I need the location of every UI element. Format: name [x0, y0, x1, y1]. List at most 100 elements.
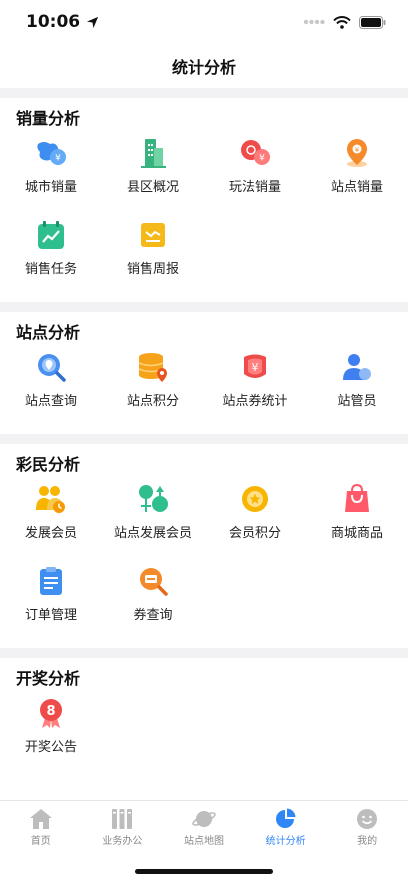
office-icon: [112, 808, 133, 829]
grid-item-coupon-query[interactable]: 券查询: [102, 558, 204, 640]
section-gap: [0, 88, 408, 98]
grid-item-member-points[interactable]: 会员积分: [204, 476, 306, 558]
game-sales-icon: ¥: [238, 136, 272, 170]
nav-bar: 统计分析: [0, 44, 408, 88]
tab-label: 统计分析: [265, 835, 306, 847]
grid-item-label: 商城商品: [330, 526, 383, 541]
city-sales-icon: ¥: [34, 136, 68, 170]
grid-item-county-overview[interactable]: 县区概况: [102, 130, 204, 212]
sales-weekly-icon: [136, 218, 170, 252]
page-title: 统计分析: [171, 58, 236, 77]
develop-member-icon: [34, 482, 68, 516]
grid-item-label: 发展会员: [24, 526, 77, 541]
grid-item-label: 站点销量: [330, 180, 383, 195]
section-gap: [0, 434, 408, 444]
grid-item-label: 站点券统计: [222, 394, 288, 409]
grid-lottery: 8 开奖公告: [0, 690, 408, 772]
status-indicators: [303, 15, 386, 29]
grid-item-label: 站点发展会员: [113, 526, 192, 541]
grid-item-lottery-notice[interactable]: 8 开奖公告: [0, 690, 102, 772]
tab-home[interactable]: 首页: [0, 801, 82, 853]
grid-item-label: 县区概况: [126, 180, 179, 195]
tab-statistics[interactable]: 统计分析: [245, 801, 327, 853]
grid-item-order-manage[interactable]: 订单管理: [0, 558, 102, 640]
svg-text:¥: ¥: [259, 154, 265, 164]
tabs: 首页 业务办公 站点地图 统计分析 我的: [0, 801, 408, 853]
tab-map[interactable]: 站点地图: [163, 801, 245, 853]
tab-label: 我的: [357, 835, 378, 847]
section-title: 开奖分析: [16, 669, 81, 688]
grid-player: 发展会员 站点发展会员 会员积分 商城商品 订单管理 券查询: [0, 476, 408, 640]
section-player: 彩民分析 发展会员 站点发展会员 会员积分 商城商品 订单管理 券查询: [0, 444, 408, 648]
grid-item-sales-weekly[interactable]: 销售周报: [102, 212, 204, 294]
lottery-notice-icon: 8: [34, 696, 68, 730]
station-query-icon: [34, 350, 68, 384]
section-title: 彩民分析: [16, 455, 81, 474]
location-arrow-icon: [87, 16, 99, 28]
home-indicator: [135, 869, 273, 874]
section-gap: [0, 648, 408, 658]
grid-item-label: 站点查询: [24, 394, 77, 409]
order-manage-icon: [34, 564, 68, 598]
grid-item-label: 会员积分: [228, 526, 281, 541]
grid-item-label: 城市销量: [24, 180, 77, 195]
coupon-query-icon: [136, 564, 170, 598]
grid-item-label: 站管员: [337, 394, 377, 409]
home-icon: [29, 808, 52, 829]
tab-label: 首页: [30, 835, 51, 847]
grid-item-label: 玩法销量: [228, 180, 281, 195]
station-manager-icon: [340, 350, 374, 384]
section-sales: 销量分析 ¥ 城市销量 县区概况 ¥ 玩法销量 ¥ 站点销量 销售任务 销售周报: [0, 98, 408, 302]
station-member-icon: [136, 482, 170, 516]
grid-item-mall-goods[interactable]: 商城商品: [306, 476, 408, 558]
section-lottery: 开奖分析 8 开奖公告: [0, 658, 408, 780]
station-sales-icon: ¥: [340, 136, 374, 170]
grid-sales: ¥ 城市销量 县区概况 ¥ 玩法销量 ¥ 站点销量 销售任务 销售周报: [0, 130, 408, 294]
grid-item-label: 开奖公告: [24, 740, 77, 755]
signal-dots-icon: [303, 19, 325, 25]
grid-item-station-query[interactable]: 站点查询: [0, 344, 102, 426]
content: 销量分析 ¥ 城市销量 县区概况 ¥ 玩法销量 ¥ 站点销量 销售任务 销售周报…: [0, 88, 408, 780]
grid-item-label: 券查询: [133, 608, 173, 623]
grid-item-label: 销售任务: [24, 262, 77, 277]
tab-office[interactable]: 业务办公: [82, 801, 164, 853]
section-title: 站点分析: [16, 323, 81, 342]
grid-station: 站点查询 站点积分 ¥ 站点券统计 站管员: [0, 344, 408, 426]
grid-item-label: 销售周报: [126, 262, 179, 277]
grid-item-sales-task[interactable]: 销售任务: [0, 212, 102, 294]
svg-text:¥: ¥: [252, 361, 259, 374]
sales-task-icon: [34, 218, 68, 252]
grid-item-station-member[interactable]: 站点发展会员: [102, 476, 204, 558]
tab-profile[interactable]: 我的: [326, 801, 408, 853]
tab-label: 站点地图: [183, 835, 224, 847]
battery-icon: [359, 15, 386, 29]
grid-item-station-coupon[interactable]: ¥ 站点券统计: [204, 344, 306, 426]
wifi-icon: [333, 15, 351, 29]
pie-chart-icon: [275, 808, 296, 828]
county-overview-icon: [136, 136, 170, 170]
profile-icon: [357, 808, 378, 829]
section-station: 站点分析 站点查询 站点积分 ¥ 站点券统计 站管员: [0, 312, 408, 434]
grid-item-label: 订单管理: [24, 608, 77, 623]
grid-item-station-manager[interactable]: 站管员: [306, 344, 408, 426]
grid-item-station-points[interactable]: 站点积分: [102, 344, 204, 426]
status-time-group: 10:06: [26, 12, 99, 32]
mall-goods-icon: [340, 482, 374, 516]
svg-text:¥: ¥: [55, 154, 61, 164]
section-title: 销量分析: [16, 109, 81, 128]
grid-item-game-sales[interactable]: ¥ 玩法销量: [204, 130, 306, 212]
status-bar: 10:06: [0, 0, 408, 44]
grid-item-city-sales[interactable]: ¥ 城市销量: [0, 130, 102, 212]
grid-item-label: 站点积分: [126, 394, 179, 409]
grid-item-station-sales[interactable]: ¥ 站点销量: [306, 130, 408, 212]
station-points-icon: [136, 350, 170, 384]
svg-text:¥: ¥: [355, 146, 360, 154]
status-time: 10:06: [26, 12, 81, 32]
station-coupon-icon: ¥: [238, 350, 272, 384]
grid-item-develop-member[interactable]: 发展会员: [0, 476, 102, 558]
lottery-badge-number: 8: [46, 704, 55, 719]
section-gap: [0, 302, 408, 312]
tab-label: 业务办公: [102, 835, 143, 847]
member-points-icon: [238, 482, 272, 516]
planet-icon: [192, 810, 216, 827]
